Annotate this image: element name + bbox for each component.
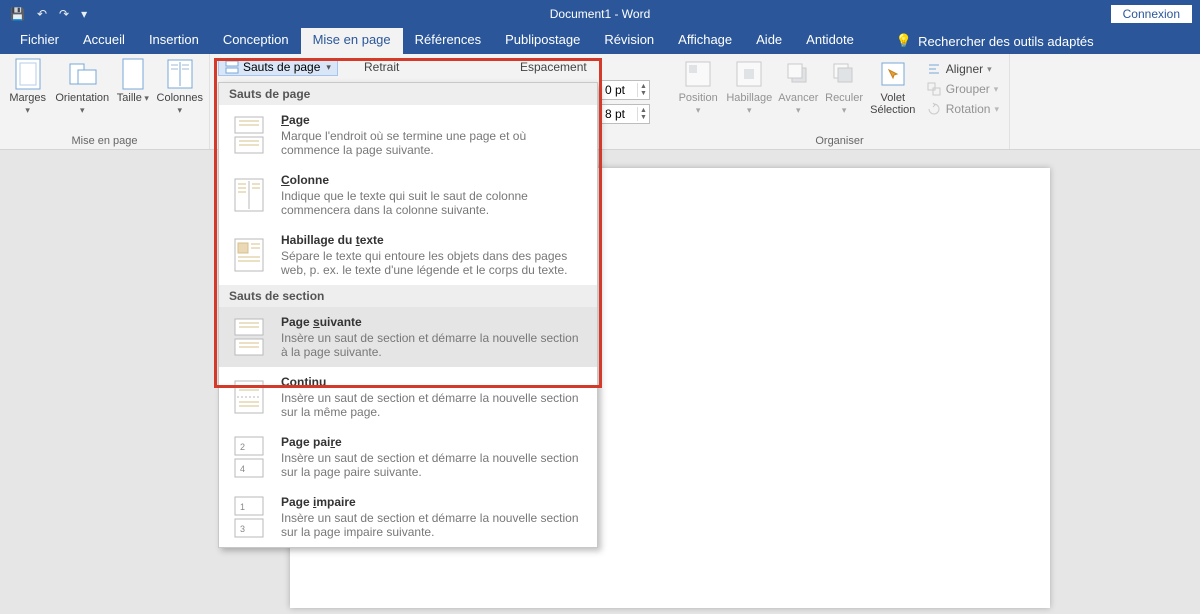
tab-fichier[interactable]: Fichier <box>8 28 71 54</box>
dropdown-header-page-breaks: Sauts de page <box>219 83 597 105</box>
spin-arrows-icon[interactable]: ▲▼ <box>637 83 649 97</box>
send-backward-button[interactable]: Reculer <box>824 58 863 116</box>
svg-text:3: 3 <box>240 524 245 534</box>
group-icon <box>926 81 942 97</box>
orientation-button[interactable]: Orientation <box>55 58 109 133</box>
align-icon <box>926 61 942 77</box>
page-break-icon <box>229 113 269 157</box>
group-page-setup: Marges Orientation Taille Colonnes <box>0 54 210 149</box>
rotate-button[interactable]: Rotation▾ <box>922 100 1003 118</box>
menu-item-odd-page[interactable]: 13 Page impaire Insère un saut de sectio… <box>219 487 597 547</box>
tab-revision[interactable]: Révision <box>592 28 666 54</box>
spacing-after-input[interactable] <box>601 106 637 122</box>
qat-customize-icon[interactable]: ▾ <box>81 7 87 21</box>
tab-aide[interactable]: Aide <box>744 28 794 54</box>
titlebar: 💾 ↶ ↷ ▾ Document1 - Word Connexion <box>0 0 1200 28</box>
margins-button[interactable]: Marges <box>6 58 49 133</box>
bring-forward-button[interactable]: Avancer <box>778 58 818 116</box>
column-break-icon <box>229 173 269 217</box>
text-wrap-break-icon <box>229 233 269 277</box>
menu-item-even-page[interactable]: 24 Page paire Insère un saut de section … <box>219 427 597 487</box>
breaks-button[interactable]: Sauts de page <box>218 58 338 76</box>
menu-item-text-wrap[interactable]: Habillage du texte Sépare le texte qui e… <box>219 225 597 285</box>
section-odd-page-icon: 13 <box>229 495 269 539</box>
spacing-after-spin[interactable]: ▲▼ <box>600 104 650 124</box>
tab-conception[interactable]: Conception <box>211 28 301 54</box>
lightbulb-icon: 💡 <box>896 33 912 49</box>
tab-antidote[interactable]: Antidote <box>794 28 866 54</box>
menu-item-continuous[interactable]: Continu Insère un saut de section et dém… <box>219 367 597 427</box>
svg-text:2: 2 <box>240 442 245 452</box>
wrap-button[interactable]: Habillage <box>726 58 772 116</box>
espacement-label: Espacement <box>520 60 587 74</box>
margins-icon <box>12 58 44 90</box>
save-icon[interactable]: 💾 <box>10 7 25 21</box>
spacing-before-input[interactable] <box>601 82 637 98</box>
window-title: Document1 - Word <box>550 7 650 21</box>
breaks-dropdown: Sauts de page Page Marque l'endroit où s… <box>218 82 598 548</box>
signin-button[interactable]: Connexion <box>1111 5 1192 23</box>
menu-item-page[interactable]: Page Marque l'endroit où se termine une … <box>219 105 597 165</box>
send-backward-icon <box>828 58 860 90</box>
breaks-icon <box>225 60 239 74</box>
document-area <box>0 150 1200 614</box>
tell-me-search[interactable]: 💡 Rechercher des outils adaptés <box>896 28 1094 54</box>
position-button[interactable]: Position <box>676 58 720 116</box>
columns-icon <box>164 58 196 90</box>
retrait-label: Retrait <box>364 60 399 74</box>
section-continuous-icon <box>229 375 269 419</box>
undo-icon[interactable]: ↶ <box>37 7 47 21</box>
ribbon-tabs: Fichier Accueil Insertion Conception Mis… <box>0 28 1200 54</box>
tab-accueil[interactable]: Accueil <box>71 28 137 54</box>
dropdown-header-section-breaks: Sauts de section <box>219 285 597 307</box>
position-icon <box>682 58 714 90</box>
group-button[interactable]: Grouper▾ <box>922 80 1003 98</box>
tab-references[interactable]: Références <box>403 28 493 54</box>
search-hint: Rechercher des outils adaptés <box>918 34 1094 49</box>
columns-button[interactable]: Colonnes <box>157 58 203 133</box>
redo-icon[interactable]: ↷ <box>59 7 69 21</box>
align-button[interactable]: Aligner▾ <box>922 60 1003 78</box>
tab-affichage[interactable]: Affichage <box>666 28 744 54</box>
svg-text:4: 4 <box>240 464 245 474</box>
tab-mise-en-page[interactable]: Mise en page <box>301 28 403 54</box>
menu-item-next-page[interactable]: Page suivante Insère un saut de section … <box>219 307 597 367</box>
selection-pane-icon <box>877 58 909 90</box>
tab-publipostage[interactable]: Publipostage <box>493 28 592 54</box>
group-label-arrange: Organiser <box>676 133 1003 147</box>
spacing-before-spin[interactable]: ▲▼ <box>600 80 650 100</box>
quick-access-toolbar: 💾 ↶ ↷ ▾ <box>0 7 87 21</box>
ribbon: Marges Orientation Taille Colonnes <box>0 54 1200 150</box>
tab-insertion[interactable]: Insertion <box>137 28 211 54</box>
section-next-page-icon <box>229 315 269 359</box>
size-icon <box>117 58 149 90</box>
group-arrange: Position Habillage Avancer Reculer <box>670 54 1010 149</box>
bring-forward-icon <box>782 58 814 90</box>
rotate-icon <box>926 101 942 117</box>
menu-item-column[interactable]: Colonne Indique que le texte qui suit le… <box>219 165 597 225</box>
orientation-icon <box>66 58 98 90</box>
svg-text:1: 1 <box>240 502 245 512</box>
selection-pane-button[interactable]: VoletSélection <box>870 58 916 116</box>
size-button[interactable]: Taille <box>115 58 150 133</box>
spin-arrows-icon[interactable]: ▲▼ <box>637 107 649 121</box>
group-label-page-setup: Mise en page <box>6 133 203 147</box>
section-even-page-icon: 24 <box>229 435 269 479</box>
wrap-icon <box>733 58 765 90</box>
